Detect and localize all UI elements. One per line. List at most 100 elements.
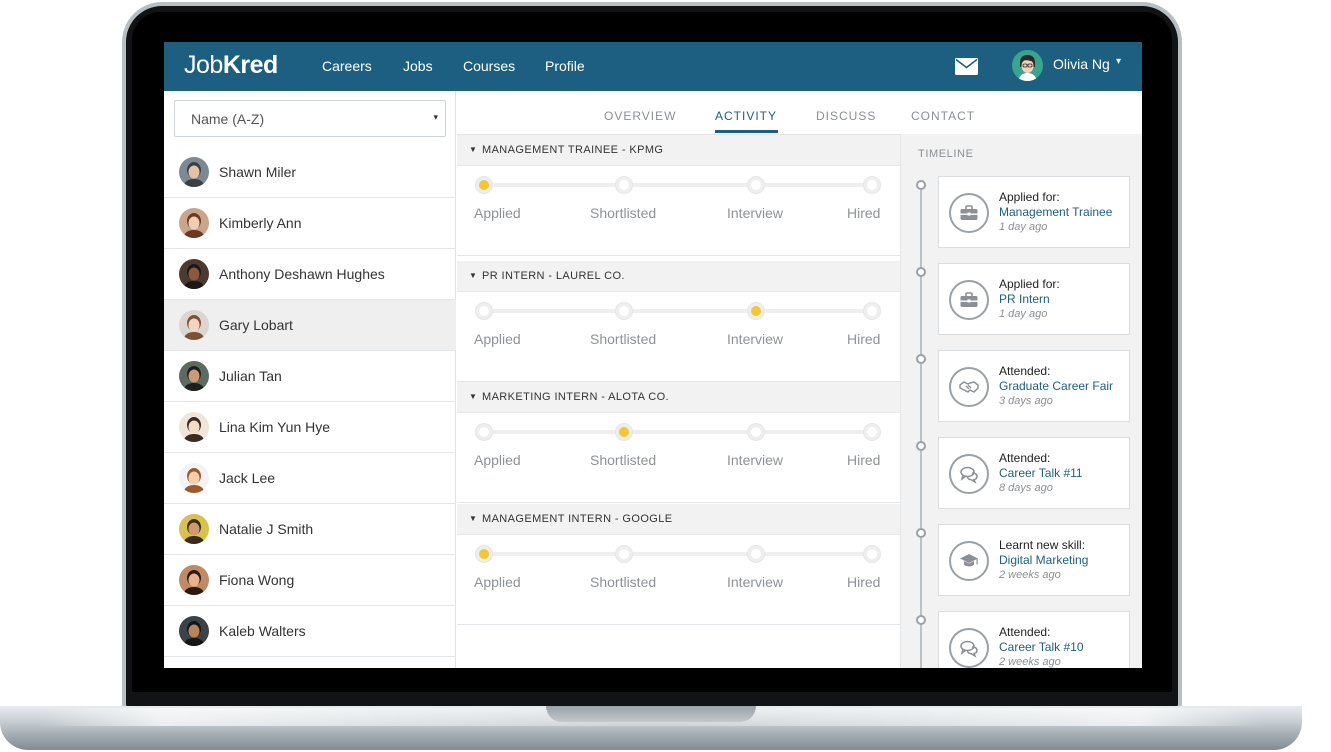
tab-activity[interactable]: ACTIVITY bbox=[715, 109, 777, 123]
sort-caret-icon: ▾ bbox=[433, 112, 438, 122]
candidate-list-panel: Name (A-Z) ▾ Shawn Miler Kimberly Ann Anth… bbox=[164, 91, 456, 668]
candidate-name: Lina Kim Yun Hye bbox=[219, 419, 331, 435]
candidate-item[interactable]: Jack Lee bbox=[164, 453, 456, 504]
progress-track bbox=[484, 552, 874, 556]
timeline-card[interactable]: Attended: Career Talk #10 2 weeks ago bbox=[938, 611, 1130, 668]
timeline-action: Applied for: bbox=[999, 277, 1060, 291]
step-label: Interview bbox=[727, 574, 784, 590]
timeline-card[interactable]: Learnt new skill: Digital Marketing 2 week… bbox=[938, 524, 1130, 596]
step-marker bbox=[863, 302, 881, 320]
application-header[interactable]: ▼ MARKETING INTERN - ALOTA CO. bbox=[457, 382, 900, 413]
collapse-caret-icon[interactable]: ▼ bbox=[469, 271, 477, 280]
nav-link-profile[interactable]: Profile bbox=[545, 58, 585, 74]
avatar bbox=[179, 514, 209, 544]
application-header[interactable]: ▼ MANAGEMENT INTERN - GOOGLE bbox=[457, 504, 900, 535]
timeline-item-link[interactable]: Career Talk #10 bbox=[999, 640, 1084, 654]
application-header[interactable]: ▼ PR INTERN - LAUREL CO. bbox=[457, 261, 900, 292]
step-marker bbox=[747, 302, 765, 320]
candidate-name: Kimberly Ann bbox=[219, 215, 302, 231]
timeline-card[interactable]: Attended: Graduate Career Fair 3 days ago bbox=[938, 350, 1130, 422]
step-marker bbox=[747, 176, 765, 194]
timeline-card[interactable]: Attended: Career Talk #11 8 days ago bbox=[938, 437, 1130, 509]
step-marker bbox=[475, 545, 493, 563]
user-menu-caret-icon[interactable]: ▾ bbox=[1116, 56, 1121, 67]
nav-link-courses[interactable]: Courses bbox=[463, 58, 515, 74]
candidate-name: Julian Tan bbox=[219, 368, 282, 384]
timeline-time: 2 weeks ago bbox=[999, 656, 1061, 668]
application-header[interactable]: ▼ MANAGEMENT TRAINEE - KPMG bbox=[457, 135, 900, 166]
timeline-action: Attended: bbox=[999, 364, 1051, 378]
candidate-item[interactable]: Anthony Deshawn Hughes bbox=[164, 249, 456, 300]
briefcase-icon bbox=[949, 193, 989, 233]
collapse-caret-icon[interactable]: ▼ bbox=[469, 145, 477, 154]
application-title: MANAGEMENT TRAINEE - KPMG bbox=[482, 144, 664, 156]
step-marker bbox=[475, 423, 493, 441]
candidate-name: Gary Lobart bbox=[219, 317, 293, 333]
candidate-item[interactable]: Fiona Wong bbox=[164, 555, 456, 606]
step-label: Hired bbox=[847, 331, 881, 347]
candidate-list: Shawn Miler Kimberly Ann Anthony Deshawn H… bbox=[164, 147, 456, 657]
jobkred-logo[interactable]: JobKred bbox=[184, 51, 278, 80]
candidate-item[interactable]: Lina Kim Yun Hye bbox=[164, 402, 456, 453]
progress-track bbox=[484, 430, 874, 434]
step-label: Shortlisted bbox=[590, 331, 657, 347]
progress-track bbox=[484, 183, 874, 187]
candidate-name: Natalie J Smith bbox=[219, 521, 314, 537]
step-marker bbox=[863, 423, 881, 441]
application-title: MANAGEMENT INTERN - GOOGLE bbox=[482, 513, 673, 525]
tab-discuss[interactable]: DISCUSS bbox=[816, 109, 876, 123]
collapse-caret-icon[interactable]: ▼ bbox=[469, 392, 477, 401]
timeline-time: 1 day ago bbox=[999, 308, 1048, 320]
nav-link-careers[interactable]: Careers bbox=[322, 58, 372, 74]
avatar bbox=[179, 463, 209, 493]
timeline-item-link[interactable]: PR Intern bbox=[999, 292, 1050, 306]
tab-contact[interactable]: CONTACT bbox=[911, 109, 975, 123]
collapse-caret-icon[interactable]: ▼ bbox=[469, 514, 477, 523]
nav-link-jobs[interactable]: Jobs bbox=[403, 58, 433, 74]
timeline-item-link[interactable]: Graduate Career Fair bbox=[999, 379, 1113, 393]
candidate-item[interactable]: Gary Lobart bbox=[164, 300, 456, 351]
briefcase-icon bbox=[949, 280, 989, 320]
profile-tabs: OVERVIEW ACTIVITY DISCUSS CONTACT bbox=[457, 91, 1142, 134]
user-name[interactable]: Olivia Ng bbox=[1053, 56, 1110, 72]
timeline-item-link[interactable]: Career Talk #11 bbox=[999, 466, 1083, 480]
step-marker bbox=[475, 176, 493, 194]
timeline-card[interactable]: Applied for: PR Intern 1 day ago bbox=[938, 263, 1130, 335]
mail-icon[interactable] bbox=[955, 58, 978, 75]
progress-track bbox=[484, 309, 874, 313]
candidate-name: Kaleb Walters bbox=[219, 623, 306, 639]
step-marker bbox=[747, 545, 765, 563]
sort-select-value: Name (A-Z) bbox=[191, 111, 265, 127]
candidate-item[interactable]: Kaleb Walters bbox=[164, 606, 456, 657]
timeline-time: 2 weeks ago bbox=[999, 569, 1061, 581]
timeline-item-link[interactable]: Digital Marketing bbox=[999, 553, 1088, 567]
avatar bbox=[179, 208, 209, 238]
section-divider bbox=[457, 624, 900, 625]
timeline-title: TIMELINE bbox=[918, 148, 974, 160]
step-label: Applied bbox=[474, 574, 521, 590]
step-label: Shortlisted bbox=[590, 574, 657, 590]
avatar bbox=[179, 412, 209, 442]
sort-select[interactable]: Name (A-Z) ▾ bbox=[174, 100, 446, 137]
candidate-item[interactable]: Shawn Miler bbox=[164, 147, 456, 198]
step-label: Applied bbox=[474, 452, 521, 468]
step-label: Hired bbox=[847, 205, 881, 221]
timeline-node bbox=[916, 267, 926, 277]
avatar bbox=[179, 361, 209, 391]
timeline-item-link[interactable]: Management Trainee bbox=[999, 205, 1112, 219]
step-label: Interview bbox=[727, 331, 784, 347]
candidate-item[interactable]: Julian Tan bbox=[164, 351, 456, 402]
graduation-cap-icon bbox=[949, 541, 989, 581]
step-marker bbox=[615, 302, 633, 320]
tab-overview[interactable]: OVERVIEW bbox=[604, 109, 676, 123]
section-divider bbox=[457, 502, 900, 503]
section-divider bbox=[457, 255, 900, 256]
timeline-line bbox=[920, 186, 922, 668]
candidate-item[interactable]: Kimberly Ann bbox=[164, 198, 456, 249]
top-navbar: JobKred Careers Jobs Courses Profile Oli… bbox=[164, 42, 1142, 91]
avatar bbox=[179, 616, 209, 646]
user-avatar[interactable] bbox=[1012, 50, 1043, 81]
candidate-item[interactable]: Natalie J Smith bbox=[164, 504, 456, 555]
timeline-card[interactable]: Applied for: Management Trainee 1 day ago bbox=[938, 176, 1130, 248]
timeline-action: Attended: bbox=[999, 451, 1051, 465]
